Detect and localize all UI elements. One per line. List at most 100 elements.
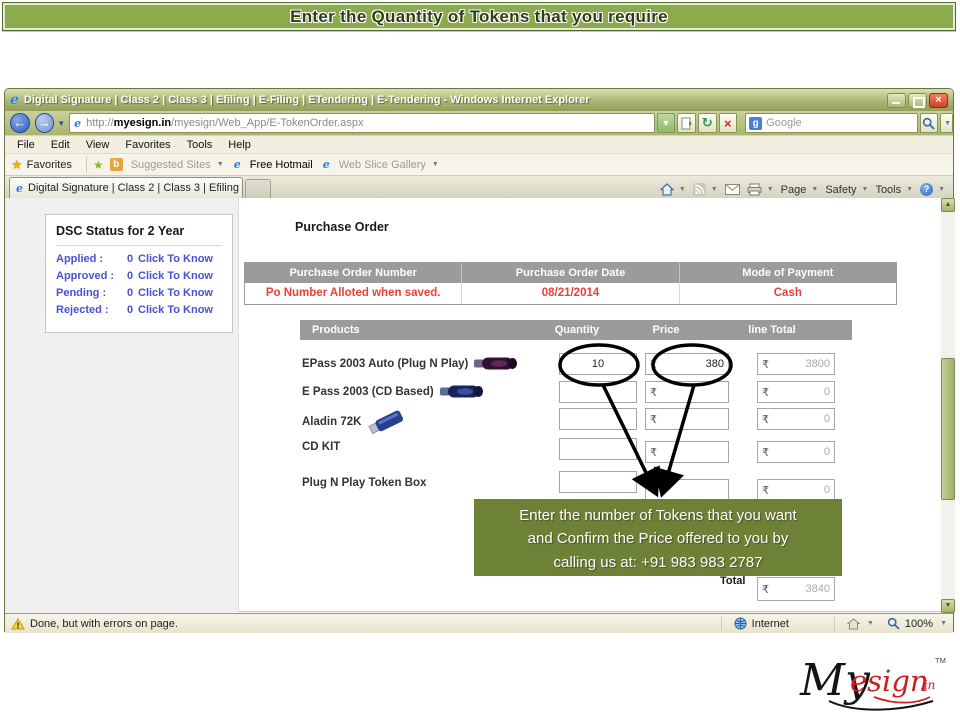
line-total-field: ₹ 0: [757, 381, 835, 403]
page-menu[interactable]: Page▼: [781, 184, 819, 196]
suggested-sites-item[interactable]: b Suggested Sites ▼: [110, 158, 224, 171]
status-message: Done, but with errors on page.: [30, 618, 178, 630]
click-to-know-link[interactable]: Click To Know: [138, 304, 213, 316]
total-field: ₹ 3840: [757, 577, 835, 601]
rupee-icon: ₹: [650, 484, 657, 497]
menu-tools[interactable]: Tools: [179, 139, 221, 151]
click-to-know-link[interactable]: Click To Know: [138, 287, 213, 299]
help-menu[interactable]: ?▼: [920, 183, 945, 196]
product-row-label: Aladin 72K: [302, 410, 407, 434]
suggested-sites-label: Suggested Sites: [131, 159, 211, 171]
history-dropdown-icon[interactable]: ▼: [57, 119, 65, 128]
feeds-button[interactable]: ▼: [693, 183, 718, 196]
line-total-field: ₹ 0: [757, 479, 835, 501]
quantity-input[interactable]: [559, 408, 637, 430]
address-bar: ← → ▼ e http://myesign.in/myesign/Web_Ap…: [5, 111, 953, 135]
rupee-icon: ₹: [650, 386, 657, 399]
search-button[interactable]: [920, 113, 939, 133]
close-button[interactable]: ×: [929, 93, 948, 108]
price-field[interactable]: ₹: [645, 381, 729, 403]
chevron-down-icon: ▼: [938, 186, 945, 193]
back-button[interactable]: ←: [10, 113, 30, 133]
line-total-value: 3800: [806, 358, 830, 370]
chevron-down-icon: ▼: [906, 186, 913, 193]
menu-file[interactable]: File: [9, 139, 43, 151]
read-mail-button[interactable]: [725, 184, 740, 195]
url-field[interactable]: e http://myesign.in/myesign/Web_App/E-To…: [69, 113, 654, 133]
url-dropdown-button[interactable]: ▼: [657, 113, 676, 133]
free-hotmail-item[interactable]: e Free Hotmail: [234, 159, 313, 171]
rupee-icon: ₹: [762, 413, 769, 426]
search-box: g: [745, 113, 917, 133]
stop-button[interactable]: ×: [719, 113, 738, 133]
slide-title-text: Enter the Quantity of Tokens that you re…: [290, 7, 668, 27]
price-field[interactable]: ₹: [645, 441, 729, 463]
new-tab-button[interactable]: [245, 179, 271, 198]
chevron-down-icon[interactable]: ▼: [867, 620, 874, 627]
chevron-down-icon: ▼: [862, 186, 869, 193]
mail-icon: [725, 184, 740, 195]
zoom-level[interactable]: 100%: [905, 618, 933, 630]
quantity-input[interactable]: [559, 353, 637, 375]
rupee-icon: ₹: [762, 484, 769, 497]
refresh-button[interactable]: ↻: [698, 113, 717, 133]
title-bar: e Digital Signature | Class 2 | Class 3 …: [5, 89, 953, 111]
menu-favorites[interactable]: Favorites: [117, 139, 178, 151]
home-button[interactable]: ▼: [660, 183, 686, 196]
quantity-input[interactable]: [559, 471, 637, 493]
add-favorite-icon[interactable]: ★: [93, 158, 104, 172]
po-number-value: Po Number Alloted when saved.: [245, 283, 462, 304]
scroll-up-button[interactable]: ▲: [941, 198, 955, 212]
print-button[interactable]: ▼: [747, 183, 774, 196]
price-header-label: Price: [626, 320, 706, 340]
forward-button[interactable]: →: [35, 113, 55, 133]
warning-icon: [11, 618, 25, 630]
window-title: Digital Signature | Class 2 | Class 3 | …: [24, 94, 887, 106]
restore-button[interactable]: [908, 93, 927, 108]
tools-menu[interactable]: Tools▼: [875, 184, 913, 196]
chevron-down-icon: ▼: [711, 186, 718, 193]
url-domain: myesign.in: [114, 117, 171, 129]
dsc-row-rejected: Rejected : 0 Click To Know: [56, 304, 222, 316]
dsc-status-panel: DSC Status for 2 Year Applied : 0 Click …: [45, 214, 233, 333]
quantity-input[interactable]: [559, 438, 637, 460]
search-input[interactable]: [766, 117, 913, 129]
minimize-button[interactable]: [887, 93, 906, 108]
safety-menu[interactable]: Safety▼: [825, 184, 868, 196]
price-field[interactable]: ₹: [645, 408, 729, 430]
menu-view[interactable]: View: [78, 139, 118, 151]
scrollbar-thumb[interactable]: [941, 358, 955, 500]
chevron-down-icon: ▼: [767, 186, 774, 193]
quantity-input[interactable]: [559, 381, 637, 403]
po-header-date: Purchase Order Date: [462, 263, 679, 283]
web-slice-gallery-item[interactable]: e Web Slice Gallery ▼: [323, 159, 439, 171]
compatibility-view-button[interactable]: [677, 113, 696, 133]
dsc-count: 0: [122, 304, 138, 316]
slide: Enter the Quantity of Tokens that you re…: [0, 0, 960, 720]
line-total-header-label: line Total: [732, 320, 812, 340]
click-to-know-link[interactable]: Click To Know: [138, 270, 213, 282]
chevron-down-icon[interactable]: ▼: [940, 620, 947, 627]
click-to-know-link[interactable]: Click To Know: [138, 253, 213, 265]
ie-favicon: e: [234, 159, 241, 170]
active-tab[interactable]: e Digital Signature | Class 2 | Class 3 …: [9, 177, 243, 198]
product-row-label: Plug N Play Token Box: [302, 477, 426, 489]
dsc-count: 0: [122, 287, 138, 299]
price-field[interactable]: ₹ 380: [645, 353, 729, 375]
chevron-down-icon: ▼: [811, 186, 818, 193]
status-bar: Done, but with errors on page. Internet …: [5, 613, 953, 633]
page-content: DSC Status for 2 Year Applied : 0 Click …: [5, 198, 955, 613]
products-header-label: Products: [312, 320, 360, 340]
dsc-count: 0: [122, 253, 138, 265]
price-field[interactable]: ₹: [645, 479, 729, 501]
favorites-button[interactable]: Favorites: [27, 159, 72, 171]
scroll-down-button[interactable]: ▼: [941, 599, 955, 613]
refresh-icon: ↻: [702, 115, 713, 131]
url-protocol: http://: [86, 117, 114, 129]
menu-edit[interactable]: Edit: [43, 139, 78, 151]
menu-bar: File Edit View Favorites Tools Help: [5, 135, 953, 153]
menu-help[interactable]: Help: [220, 139, 259, 151]
chevron-down-icon: ▼: [679, 186, 686, 193]
search-options-dropdown[interactable]: ▼: [940, 113, 953, 133]
divider: [86, 157, 87, 173]
